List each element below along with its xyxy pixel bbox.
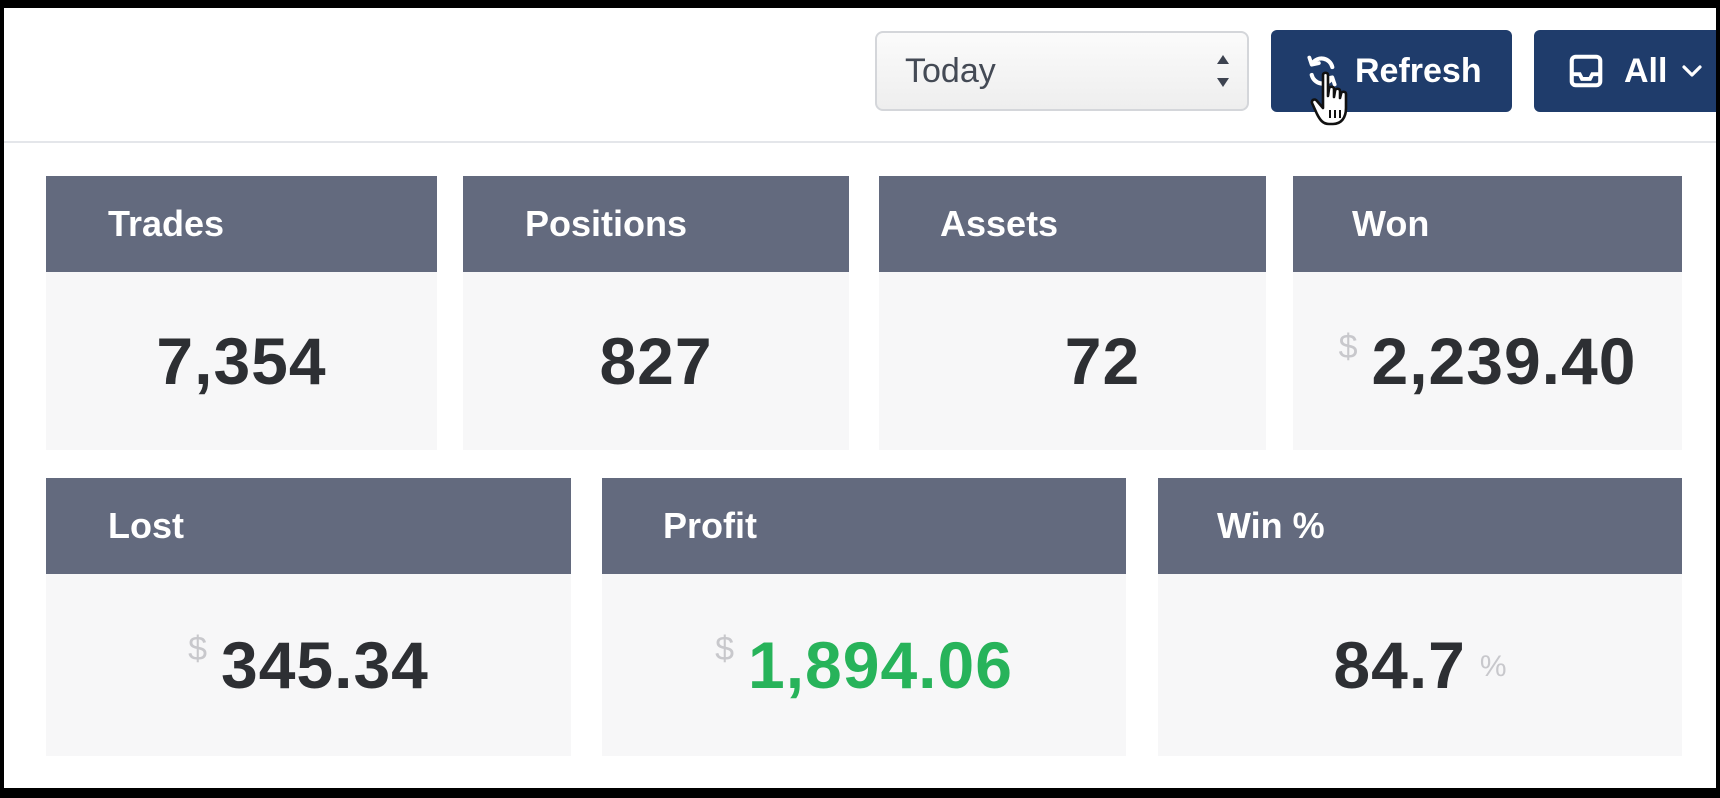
stat-card-header: Win %: [1158, 478, 1682, 574]
view-filter-button[interactable]: All: [1534, 30, 1716, 112]
toolbar: Today Refresh All: [4, 8, 1716, 143]
percent-symbol: %: [1479, 650, 1507, 683]
stat-card-body: $ 345.34: [46, 574, 571, 756]
stat-card-body: 72: [879, 272, 1266, 450]
stat-card-body: $ 2,239.40: [1293, 272, 1682, 450]
positions-value: 827: [599, 324, 713, 398]
stat-card-label: Win %: [1217, 505, 1325, 546]
stat-card-profit: Profit $ 1,894.06: [602, 478, 1126, 756]
assets-value: 72: [1064, 324, 1141, 398]
up-down-arrows-icon: [1215, 55, 1231, 87]
won-value: 2,239.40: [1371, 324, 1637, 398]
refresh-button[interactable]: Refresh: [1271, 30, 1512, 112]
stat-card-label: Won: [1352, 203, 1430, 244]
hand-pointer-icon: [1310, 71, 1348, 126]
period-select[interactable]: Today: [875, 31, 1249, 111]
stat-card-lost: Lost $ 345.34: [46, 478, 571, 756]
win-percent-value: 84.7: [1333, 628, 1466, 702]
tray-icon: [1569, 54, 1603, 88]
refresh-button-label: Refresh: [1355, 51, 1482, 90]
stat-card-header: Profit: [602, 478, 1126, 574]
stat-card-label: Assets: [940, 203, 1059, 244]
stat-card-header: Positions: [463, 176, 849, 272]
stat-card-body: 827: [463, 272, 849, 450]
dashboard-panel: Today Refresh All Trades 7,354 Positions…: [4, 8, 1716, 788]
stat-card-assets: Assets 72: [879, 176, 1266, 450]
stat-card-label: Positions: [525, 203, 688, 244]
stat-card-body: 7,354: [46, 272, 437, 450]
view-filter-label: All: [1624, 51, 1668, 90]
screen-frame: Today Refresh All Trades 7,354 Positions…: [0, 0, 1720, 798]
stat-card-header: Lost: [46, 478, 571, 574]
stat-card-label: Trades: [108, 203, 225, 244]
period-select-value: Today: [905, 51, 996, 90]
stat-card-header: Won: [1293, 176, 1682, 272]
stat-card-label: Lost: [108, 505, 184, 546]
stat-card-label: Profit: [663, 505, 757, 546]
stat-card-trades: Trades 7,354: [46, 176, 437, 450]
currency-symbol: $: [1338, 328, 1358, 366]
currency-symbol: $: [715, 630, 734, 668]
stat-card-positions: Positions 827: [463, 176, 849, 450]
stat-card-win-percent: Win % 84.7 %: [1158, 478, 1682, 756]
stat-card-header: Trades: [46, 176, 437, 272]
currency-symbol: $: [188, 630, 208, 668]
stat-card-body: $ 1,894.06: [602, 574, 1126, 756]
stat-card-header: Assets: [879, 176, 1266, 272]
profit-value: 1,894.06: [748, 628, 1013, 702]
stat-card-won: Won $ 2,239.40: [1293, 176, 1682, 450]
chevron-down-icon: [1682, 65, 1703, 77]
stat-card-body: 84.7 %: [1158, 574, 1682, 756]
lost-value: 345.34: [221, 628, 429, 702]
trades-value: 7,354: [156, 324, 327, 398]
